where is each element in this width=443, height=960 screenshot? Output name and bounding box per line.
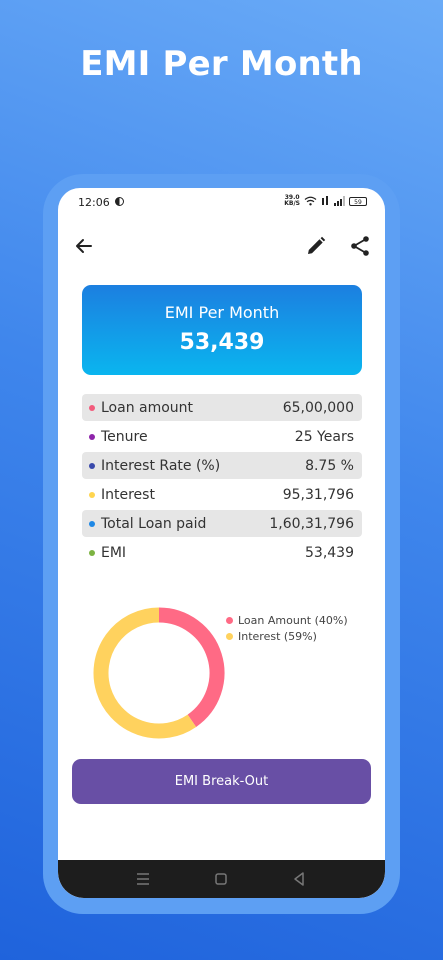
row-dot — [89, 549, 95, 556]
row-total-loan-paid: Total Loan paid 1,60,31,796 — [82, 510, 362, 537]
legend-item-interest: Interest (59%) — [226, 630, 348, 643]
row-label: EMI — [101, 544, 127, 561]
row-value: 95,31,796 — [282, 486, 354, 503]
legend-item-loan-amount: Loan Amount (40%) — [226, 614, 348, 627]
phone-screen: 12:06 39.0 KB/S 59 EMI Per Month 53,439 … — [58, 188, 385, 898]
battery-icon: 59 — [349, 196, 367, 206]
row-dot — [89, 433, 95, 440]
row-dot — [89, 520, 95, 527]
back-triangle-icon[interactable] — [290, 870, 308, 888]
donut-slice-loan-amount — [158, 607, 225, 727]
promo-headline: EMI Per Month — [80, 44, 363, 84]
loan-details-list: Loan amount 65,00,000 Tenure 25 Years In… — [82, 394, 362, 568]
row-dot — [89, 462, 95, 469]
chart-legend: Loan Amount (40%) Interest (59%) — [226, 614, 348, 646]
status-bar: 12:06 39.0 KB/S 59 — [58, 188, 385, 216]
row-label: Interest Rate (%) — [101, 457, 221, 474]
row-loan-amount: Loan amount 65,00,000 — [82, 394, 362, 421]
row-label: Loan amount — [101, 399, 194, 416]
row-value: 1,60,31,796 — [269, 515, 354, 532]
emi-breakout-button[interactable]: EMI Break-Out — [72, 759, 371, 804]
signal-icon — [334, 196, 345, 206]
row-value: 53,439 — [305, 544, 354, 561]
volte-icon — [322, 196, 328, 205]
clock-icon — [115, 197, 124, 206]
wifi-icon — [304, 196, 317, 206]
emi-card-value: 53,439 — [179, 330, 265, 355]
app-bar — [58, 228, 385, 268]
back-arrow-icon[interactable] — [72, 234, 96, 258]
row-interest-rate: Interest Rate (%) 8.75 % — [82, 452, 362, 479]
row-value: 25 Years — [294, 428, 354, 445]
network-speed: 39.0 KB/S — [284, 195, 300, 207]
legend-label: Loan Amount (40%) — [238, 614, 348, 627]
emi-summary-card: EMI Per Month 53,439 — [82, 285, 362, 375]
row-dot — [89, 491, 95, 498]
home-square-icon[interactable] — [212, 870, 230, 888]
row-label: Total Loan paid — [101, 515, 207, 532]
menu-icon[interactable] — [134, 870, 152, 888]
row-value: 8.75 % — [305, 457, 354, 474]
legend-dot — [226, 633, 233, 640]
system-nav-bar — [58, 860, 385, 898]
network-speed-unit: KB/S — [284, 200, 300, 207]
status-time: 12:06 — [78, 196, 110, 209]
row-dot — [89, 404, 95, 411]
row-label: Tenure — [101, 428, 148, 445]
row-label: Interest — [101, 486, 155, 503]
status-icons: 39.0 KB/S 59 — [284, 195, 367, 207]
row-tenure: Tenure 25 Years — [82, 423, 362, 450]
row-emi: EMI 53,439 — [82, 539, 362, 566]
edit-pencil-icon[interactable] — [304, 234, 328, 258]
emi-card-label: EMI Per Month — [164, 303, 280, 322]
legend-label: Interest (59%) — [238, 630, 317, 643]
row-interest: Interest 95,31,796 — [82, 481, 362, 508]
legend-dot — [226, 617, 233, 624]
share-icon[interactable] — [348, 234, 372, 258]
donut-slice-interest — [93, 607, 197, 739]
row-value: 65,00,000 — [282, 399, 354, 416]
